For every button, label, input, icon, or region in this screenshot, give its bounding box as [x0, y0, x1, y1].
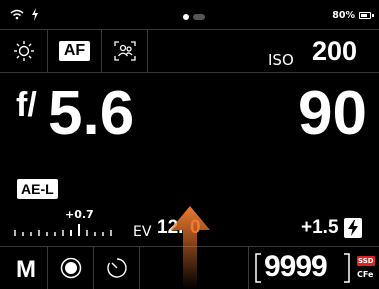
- face-detect-icon: [113, 41, 136, 61]
- ev-tick: [38, 230, 40, 236]
- aperture-value: 5.6: [48, 79, 135, 148]
- ev-tick: [54, 232, 56, 236]
- battery-icon: [359, 12, 371, 19]
- ev-tick: [62, 230, 64, 236]
- ev-tick: [110, 230, 112, 236]
- divider: [248, 246, 249, 289]
- ev-tick: [22, 232, 24, 236]
- self-timer-icon: [106, 258, 127, 278]
- record-button[interactable]: [48, 247, 93, 289]
- card-type-label: CFe: [357, 270, 374, 279]
- self-timer-button[interactable]: [94, 247, 139, 289]
- wifi-icon: [10, 9, 24, 20]
- camera-screen: 80% AF ISO 200 f/ 5.6 90 AE-L +0.7 EV 12…: [0, 0, 379, 289]
- battery-tip: [372, 14, 374, 17]
- exposure-mode[interactable]: M: [16, 256, 36, 284]
- divider: [0, 72, 379, 73]
- battery-level-fill: [361, 14, 367, 17]
- flash-compensation-value[interactable]: +1.5: [301, 217, 339, 239]
- ev-offset-value: +0.7: [65, 208, 94, 221]
- bracket-left-icon: [255, 253, 261, 283]
- ev-tick: [30, 232, 32, 236]
- page-indicator: [183, 14, 209, 20]
- divider: [139, 246, 140, 289]
- ev-indicator: [78, 224, 80, 236]
- record-icon: [60, 257, 81, 279]
- brightness-button[interactable]: [0, 30, 47, 72]
- flash-icon: [344, 218, 362, 238]
- ev-tick: [14, 230, 16, 236]
- status-bar: 80%: [0, 0, 379, 28]
- divider: [147, 29, 148, 73]
- ev-label: EV: [133, 224, 152, 240]
- ev-tick: [102, 232, 104, 236]
- face-detect-button[interactable]: [102, 30, 147, 72]
- ev-scale[interactable]: [14, 222, 124, 236]
- af-mode-button[interactable]: AF: [48, 30, 101, 72]
- bracket-right-icon: [344, 253, 350, 283]
- page-dot-active: [183, 14, 189, 20]
- ev-tick: [70, 230, 72, 236]
- brightness-icon: [13, 41, 34, 61]
- ev-tick: [94, 232, 96, 236]
- af-badge: AF: [58, 41, 91, 61]
- ev-tick: [46, 232, 48, 236]
- ae-lock-badge[interactable]: AE-L: [17, 179, 58, 199]
- ev-tick: [86, 230, 88, 236]
- iso-label: ISO: [268, 51, 294, 69]
- page-dot: [193, 14, 205, 20]
- usb-charge-icon: [32, 8, 38, 21]
- shutter-speed-value[interactable]: 90: [298, 74, 367, 154]
- storage-badge: SSD: [357, 256, 375, 266]
- iso-value: 200: [312, 36, 358, 66]
- swipe-up-arrow-icon: [170, 206, 210, 289]
- shots-remaining-count: 9999: [264, 250, 328, 283]
- battery-percent: 80%: [332, 10, 355, 21]
- f-number-prefix: f/: [16, 86, 37, 124]
